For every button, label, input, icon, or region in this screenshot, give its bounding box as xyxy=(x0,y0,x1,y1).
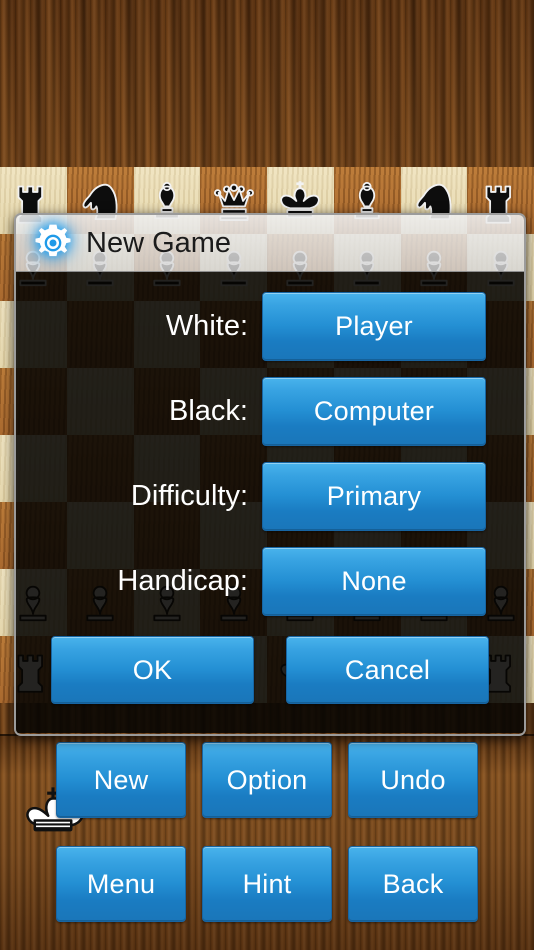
dialog-title: New Game xyxy=(86,226,232,259)
white-label: White: xyxy=(165,309,248,342)
black-value-button[interactable]: Computer xyxy=(262,376,486,446)
chess-game-screen: New Option Undo Menu Hint Back New Game … xyxy=(0,0,534,950)
cancel-button[interactable]: Cancel xyxy=(286,636,489,704)
handicap-value-button[interactable]: None xyxy=(262,546,486,616)
difficulty-value-button[interactable]: Primary xyxy=(262,461,486,531)
ok-button[interactable]: OK xyxy=(51,636,254,704)
difficulty-label: Difficulty: xyxy=(130,479,248,512)
option-row-black: Black: Computer xyxy=(16,376,524,446)
option-row-handicap: Handicap: None xyxy=(16,546,524,616)
option-row-white: White: Player xyxy=(16,291,524,361)
option-row-difficulty: Difficulty: Primary xyxy=(16,461,524,531)
handicap-label: Handicap: xyxy=(117,564,248,597)
command-row-1: New Option Undo xyxy=(0,742,534,818)
new-button[interactable]: New xyxy=(56,742,186,818)
dialog-action-row: OK Cancel xyxy=(16,636,524,704)
dialog-body: White: Player Black: Computer Difficulty… xyxy=(16,272,524,733)
white-value-button[interactable]: Player xyxy=(262,291,486,361)
undo-button[interactable]: Undo xyxy=(348,742,478,818)
command-row-2: Menu Hint Back xyxy=(0,846,534,922)
black-label: Black: xyxy=(169,394,248,427)
option-button[interactable]: Option xyxy=(202,742,332,818)
hint-button[interactable]: Hint xyxy=(202,846,332,922)
back-button[interactable]: Back xyxy=(348,846,478,922)
gear-icon xyxy=(32,222,74,264)
new-game-dialog: New Game White: Player Black: Computer D… xyxy=(14,213,526,736)
menu-button[interactable]: Menu xyxy=(56,846,186,922)
dialog-titlebar: New Game xyxy=(16,215,524,272)
